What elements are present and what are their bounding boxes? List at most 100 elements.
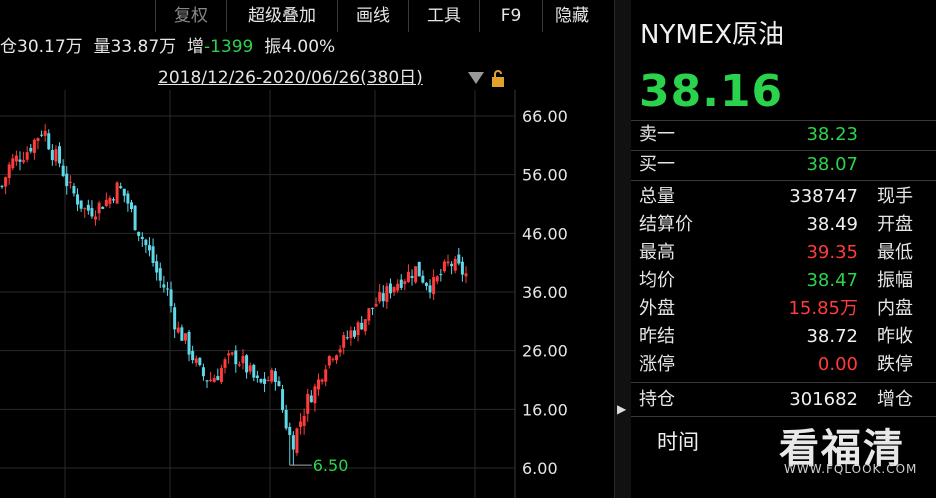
candle-body [165,288,169,290]
candle [410,269,414,286]
candle [4,176,8,195]
candle-body [403,281,407,284]
candle-body [388,283,392,294]
y-tick-label: 46.00 [522,224,568,243]
hide-button[interactable]: 隐藏 [542,0,614,32]
candle-body [61,165,65,176]
candle-body [309,395,313,403]
candle-body [360,322,364,330]
candle-body [58,146,62,164]
change-label: 增 [186,37,204,57]
lock-icon[interactable] [492,70,504,87]
candle [295,427,299,456]
date-range-selector[interactable]: 2018/12/26-2020/06/26(380日) [158,66,423,90]
candle-body [385,286,389,302]
candle-body [345,337,349,339]
candle-body [209,379,213,382]
candle-body [18,159,22,162]
time-column-header: 时间 [657,430,699,454]
candle [119,182,123,189]
candle-body [83,208,87,210]
candle-body [180,327,184,341]
candle-body [432,277,436,295]
candle-body [187,331,191,355]
candle [176,321,180,334]
candle-body [352,330,356,337]
panel-divider[interactable] [614,0,632,498]
buy1-value: 38.07 [806,154,858,175]
candle [140,232,144,248]
candle [11,154,15,171]
candle [158,262,162,288]
tools-button[interactable]: 工具 [408,0,479,32]
candles [0,124,468,466]
collapse-panel-icon[interactable]: ▶ [617,402,626,416]
candlestick-chart[interactable]: 66.00 56.00 46.00 36.00 26.00 16.00 6.00 6.50 [0,90,614,498]
candle [227,350,231,364]
candle [324,365,328,387]
candle [97,200,101,221]
candle [464,266,468,283]
candle [309,390,313,403]
candle [90,200,94,219]
dropdown-icon[interactable] [468,72,484,84]
candle-body [273,371,277,383]
super-overlay-button[interactable]: 超级叠加 [226,0,337,32]
candle [198,357,202,367]
quote-row: 涨停 0.00 跌停 [631,351,936,379]
volume-label: 量 [93,37,111,57]
candle-body [414,266,418,283]
candle-body [324,369,328,382]
f9-button[interactable]: F9 [479,0,542,32]
position-prefix: 仓 [0,37,17,57]
candle-body [0,185,4,187]
candle-body [173,307,177,330]
candle-body [112,199,116,201]
candle-body [378,292,382,302]
instrument-name: NYMEX原油 [640,20,785,50]
candle-body [205,380,209,382]
candle [115,181,119,204]
candle [349,326,353,346]
candle-body [241,356,245,364]
volume-value: 33.87万 [110,37,177,57]
candle-body [7,164,11,178]
quote-row-label: 涨停 [639,354,675,375]
candle-body [277,381,281,387]
candle [370,307,374,316]
candle-body [317,379,321,390]
candle-body [144,239,148,246]
candle-body [36,138,40,142]
candle [65,166,69,195]
candle-body [302,416,306,426]
draw-line-button[interactable]: 画线 [337,0,408,32]
candle-body [248,365,252,372]
candle [270,367,274,384]
last-price: 38.16 [639,66,784,117]
candle [137,231,141,242]
candle [252,363,256,382]
candle [173,303,177,339]
buy1-label: 买一 [639,154,675,175]
candle-body [29,147,33,152]
candle-body [104,199,108,207]
candle [435,275,439,285]
candle-body [457,254,461,264]
quote-row-label: 总量 [639,186,675,207]
candle [68,175,72,189]
candle-body [370,307,374,309]
candle [0,184,4,189]
candle [442,259,446,273]
candle-body [439,274,443,276]
candle-body [460,261,464,275]
candle-body [72,185,76,194]
candle [40,130,44,138]
restore-rights-button[interactable]: 复权 [155,0,226,32]
quote-row-value: 38.47 [806,270,858,291]
candle-body [43,130,47,136]
candle-body [410,276,414,278]
quote-row: 最高 39.35 最低 [631,239,936,267]
quote-row-label: 昨结 [639,326,675,347]
candle [378,283,382,304]
candle-body [291,435,295,450]
